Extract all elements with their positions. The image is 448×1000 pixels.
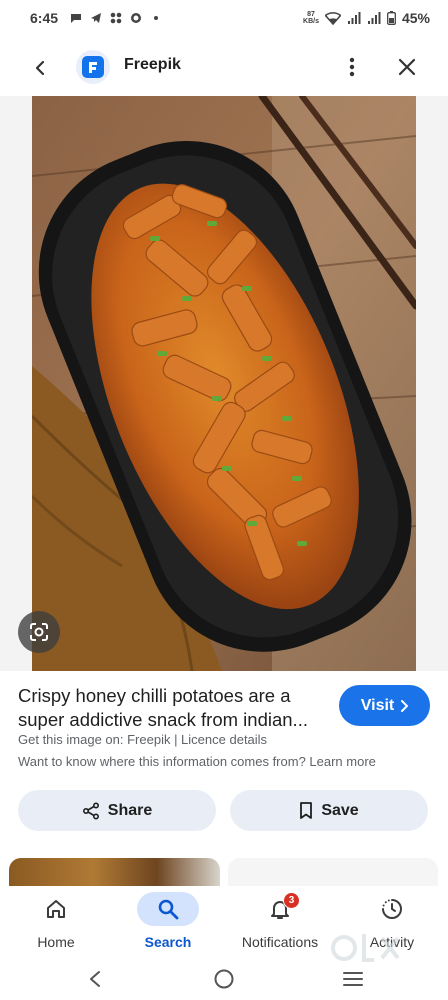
status-right: 87 KB/s 45% bbox=[303, 10, 430, 26]
nav-activity-icon-wrap bbox=[361, 892, 423, 926]
info-learn-more-line[interactable]: Want to know where this information come… bbox=[18, 754, 376, 769]
signal-icon-2 bbox=[367, 11, 381, 24]
battery-icon bbox=[387, 11, 396, 25]
net-speed-value: 87 bbox=[307, 11, 315, 18]
site-logo bbox=[76, 50, 110, 84]
dot-icon bbox=[154, 16, 159, 20]
food-photo[interactable] bbox=[32, 96, 416, 671]
source-licence-line[interactable]: Get this image on: Freepik | Licence det… bbox=[18, 732, 267, 747]
top-header: Freepik bbox=[0, 40, 448, 96]
search-icon bbox=[158, 899, 179, 920]
share-label: Share bbox=[107, 801, 153, 819]
app-grid-icon bbox=[110, 12, 122, 24]
more-options-button[interactable] bbox=[338, 53, 366, 81]
close-button[interactable] bbox=[393, 53, 421, 81]
bookmark-icon bbox=[300, 801, 313, 819]
visit-label: Visit bbox=[360, 696, 395, 714]
google-lens-icon bbox=[30, 623, 48, 641]
nav-notifications-icon-wrap: 3 bbox=[249, 892, 311, 926]
recents-icon bbox=[343, 972, 363, 986]
signal-icon-1 bbox=[347, 11, 361, 24]
system-back-button[interactable] bbox=[80, 964, 110, 994]
chevron-right-icon bbox=[401, 699, 409, 712]
system-recents-button[interactable] bbox=[338, 964, 368, 994]
food-photo-illustration bbox=[32, 96, 416, 671]
share-icon bbox=[82, 801, 99, 820]
result-title-line-1: Crispy honey chilli potatoes are a bbox=[18, 685, 291, 706]
visit-button[interactable]: Visit bbox=[339, 685, 430, 726]
nav-home-label: Home bbox=[37, 934, 75, 950]
message-icon bbox=[71, 14, 82, 23]
whatsapp-icon bbox=[131, 13, 142, 23]
home-icon bbox=[47, 900, 65, 918]
google-lens-button[interactable] bbox=[18, 611, 60, 653]
status-bar: 6:45 87 KB/s 45% bbox=[0, 0, 448, 36]
activity-icon bbox=[382, 899, 402, 919]
image-viewer bbox=[0, 96, 448, 671]
share-button[interactable]: Share bbox=[18, 790, 216, 831]
nav-notifications-label: Notifications bbox=[241, 934, 319, 950]
system-home-button[interactable] bbox=[209, 964, 239, 994]
home-circle-icon bbox=[214, 969, 234, 989]
nav-search[interactable]: Search bbox=[113, 886, 223, 958]
battery-percent: 45% bbox=[401, 10, 430, 26]
notification-badge: 3 bbox=[283, 892, 300, 909]
nav-notifications[interactable]: 3 Notifications bbox=[225, 886, 335, 958]
status-time: 6:45 bbox=[30, 10, 59, 26]
telegram-icon bbox=[91, 13, 102, 23]
chevron-left-icon bbox=[35, 60, 45, 76]
status-left: 6:45 bbox=[30, 10, 162, 26]
wifi-icon bbox=[324, 11, 341, 25]
back-button[interactable] bbox=[26, 54, 54, 82]
result-title[interactable]: Crispy honey chilli potatoes are a super… bbox=[18, 684, 336, 732]
nav-search-label: Search bbox=[144, 934, 192, 950]
save-label: Save bbox=[321, 801, 359, 819]
net-speed: 87 KB/s bbox=[303, 11, 319, 25]
more-vert-icon bbox=[349, 57, 355, 77]
nav-home[interactable]: Home bbox=[1, 886, 111, 958]
save-button[interactable]: Save bbox=[230, 790, 428, 831]
net-speed-unit: KB/s bbox=[303, 18, 319, 25]
system-navigation-bar bbox=[0, 958, 448, 1000]
nav-search-icon-wrap bbox=[137, 892, 199, 926]
nav-home-icon-wrap bbox=[25, 892, 87, 926]
freepik-logo-icon bbox=[82, 56, 104, 78]
site-name: Freepik bbox=[124, 56, 181, 73]
back-triangle-icon bbox=[90, 971, 100, 987]
result-title-line-2: super addictive snack from indian... bbox=[18, 709, 308, 730]
close-icon bbox=[398, 58, 416, 76]
